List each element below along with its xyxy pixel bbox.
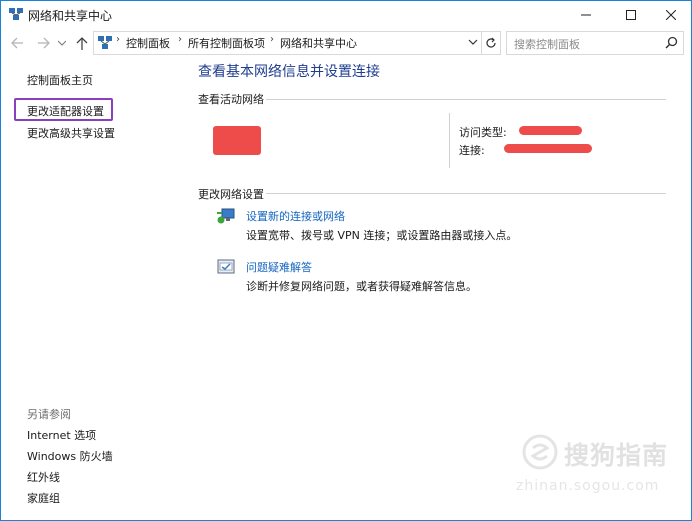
access-type-redacted (519, 126, 582, 135)
connections-label: 连接: (459, 144, 485, 157)
network-sharing-center-window: 网络和共享中心 › 控制面板 › 所有控制面板项 › 网络和共享中心 搜索控制面… (0, 0, 692, 521)
see-also-heading: 另请参阅 (27, 408, 71, 421)
close-button[interactable] (652, 1, 690, 28)
refresh-button[interactable] (482, 31, 501, 55)
active-networks-heading: 查看活动网络 (198, 93, 264, 106)
sogou-watermark: 搜狗指南 zhinan.sogou.com (516, 434, 676, 498)
maximize-icon (626, 9, 636, 20)
new-connection-icon[interactable] (216, 207, 236, 225)
setup-new-connection-desc: 设置宽带、拨号或 VPN 连接；或设置路由器或接入点。 (246, 229, 518, 242)
arrow-up-icon (76, 36, 88, 50)
infrared-link[interactable]: 红外线 (27, 469, 60, 485)
search-icon[interactable] (665, 36, 678, 49)
chevron-down-icon[interactable] (468, 36, 478, 48)
breadcrumb-network-sharing[interactable]: 网络和共享中心 (280, 35, 357, 51)
recent-locations-button[interactable] (55, 33, 69, 53)
troubleshoot-icon[interactable] (216, 258, 236, 276)
breadcrumb-separator-icon[interactable]: › (116, 34, 120, 45)
watermark-brand: 搜狗指南 (564, 441, 669, 470)
navigation-bar: › 控制面板 › 所有控制面板项 › 网络和共享中心 搜索控制面板 (1, 28, 691, 58)
search-box[interactable]: 搜索控制面板 (506, 31, 684, 55)
homegroup-link[interactable]: 家庭组 (27, 490, 60, 506)
change-adapter-settings-link[interactable]: 更改适配器设置 (27, 103, 104, 119)
up-button[interactable] (73, 33, 91, 53)
network-globe-icon (9, 8, 23, 20)
forward-button[interactable] (35, 33, 53, 53)
minimize-icon (581, 14, 591, 15)
internet-options-link[interactable]: Internet 选项 (27, 427, 96, 443)
change-network-settings-heading: 更改网络设置 (198, 188, 264, 201)
left-pane: 控制面板主页 更改适配器设置 更改高级共享设置 另请参阅 Internet 选项… (1, 58, 186, 520)
windows-firewall-link[interactable]: Windows 防火墙 (27, 448, 113, 464)
change-advanced-sharing-link[interactable]: 更改高级共享设置 (27, 125, 115, 141)
control-panel-icon (98, 36, 112, 49)
connection-redacted[interactable] (504, 144, 592, 153)
title-bar[interactable]: 网络和共享中心 (1, 1, 691, 28)
setup-new-connection-link[interactable]: 设置新的连接或网络 (246, 208, 345, 224)
sogou-logo-icon (522, 434, 558, 470)
close-icon (666, 9, 676, 20)
maximize-button[interactable] (612, 1, 650, 28)
page-title: 查看基本网络信息并设置连接 (198, 64, 380, 80)
breadcrumb-separator-icon[interactable]: › (270, 34, 274, 45)
arrow-right-icon (38, 37, 50, 49)
refresh-icon (486, 37, 496, 48)
network-name-redacted (213, 126, 261, 155)
breadcrumb-separator-icon[interactable]: › (178, 34, 182, 45)
arrow-left-icon (11, 37, 23, 49)
breadcrumb-control-panel[interactable]: 控制面板 (126, 35, 170, 51)
search-placeholder[interactable]: 搜索控制面板 (514, 36, 580, 52)
troubleshoot-problems-desc: 诊断并修复网络问题，或者获得疑难解答信息。 (246, 280, 477, 293)
back-button[interactable] (8, 33, 26, 53)
section-divider (266, 193, 666, 194)
address-bar[interactable]: › 控制面板 › 所有控制面板项 › 网络和共享中心 (93, 31, 482, 55)
vertical-divider (449, 113, 450, 168)
breadcrumb-all-items[interactable]: 所有控制面板项 (188, 35, 265, 51)
control-panel-home-link[interactable]: 控制面板主页 (27, 72, 93, 88)
watermark-url: zhinan.sogou.com (516, 478, 660, 494)
section-divider (266, 99, 666, 100)
minimize-button[interactable] (567, 1, 605, 28)
chevron-down-icon (58, 40, 66, 46)
window-title: 网络和共享中心 (28, 9, 113, 23)
access-type-label: 访问类型: (459, 126, 507, 139)
troubleshoot-problems-link[interactable]: 问题疑难解答 (246, 259, 312, 275)
